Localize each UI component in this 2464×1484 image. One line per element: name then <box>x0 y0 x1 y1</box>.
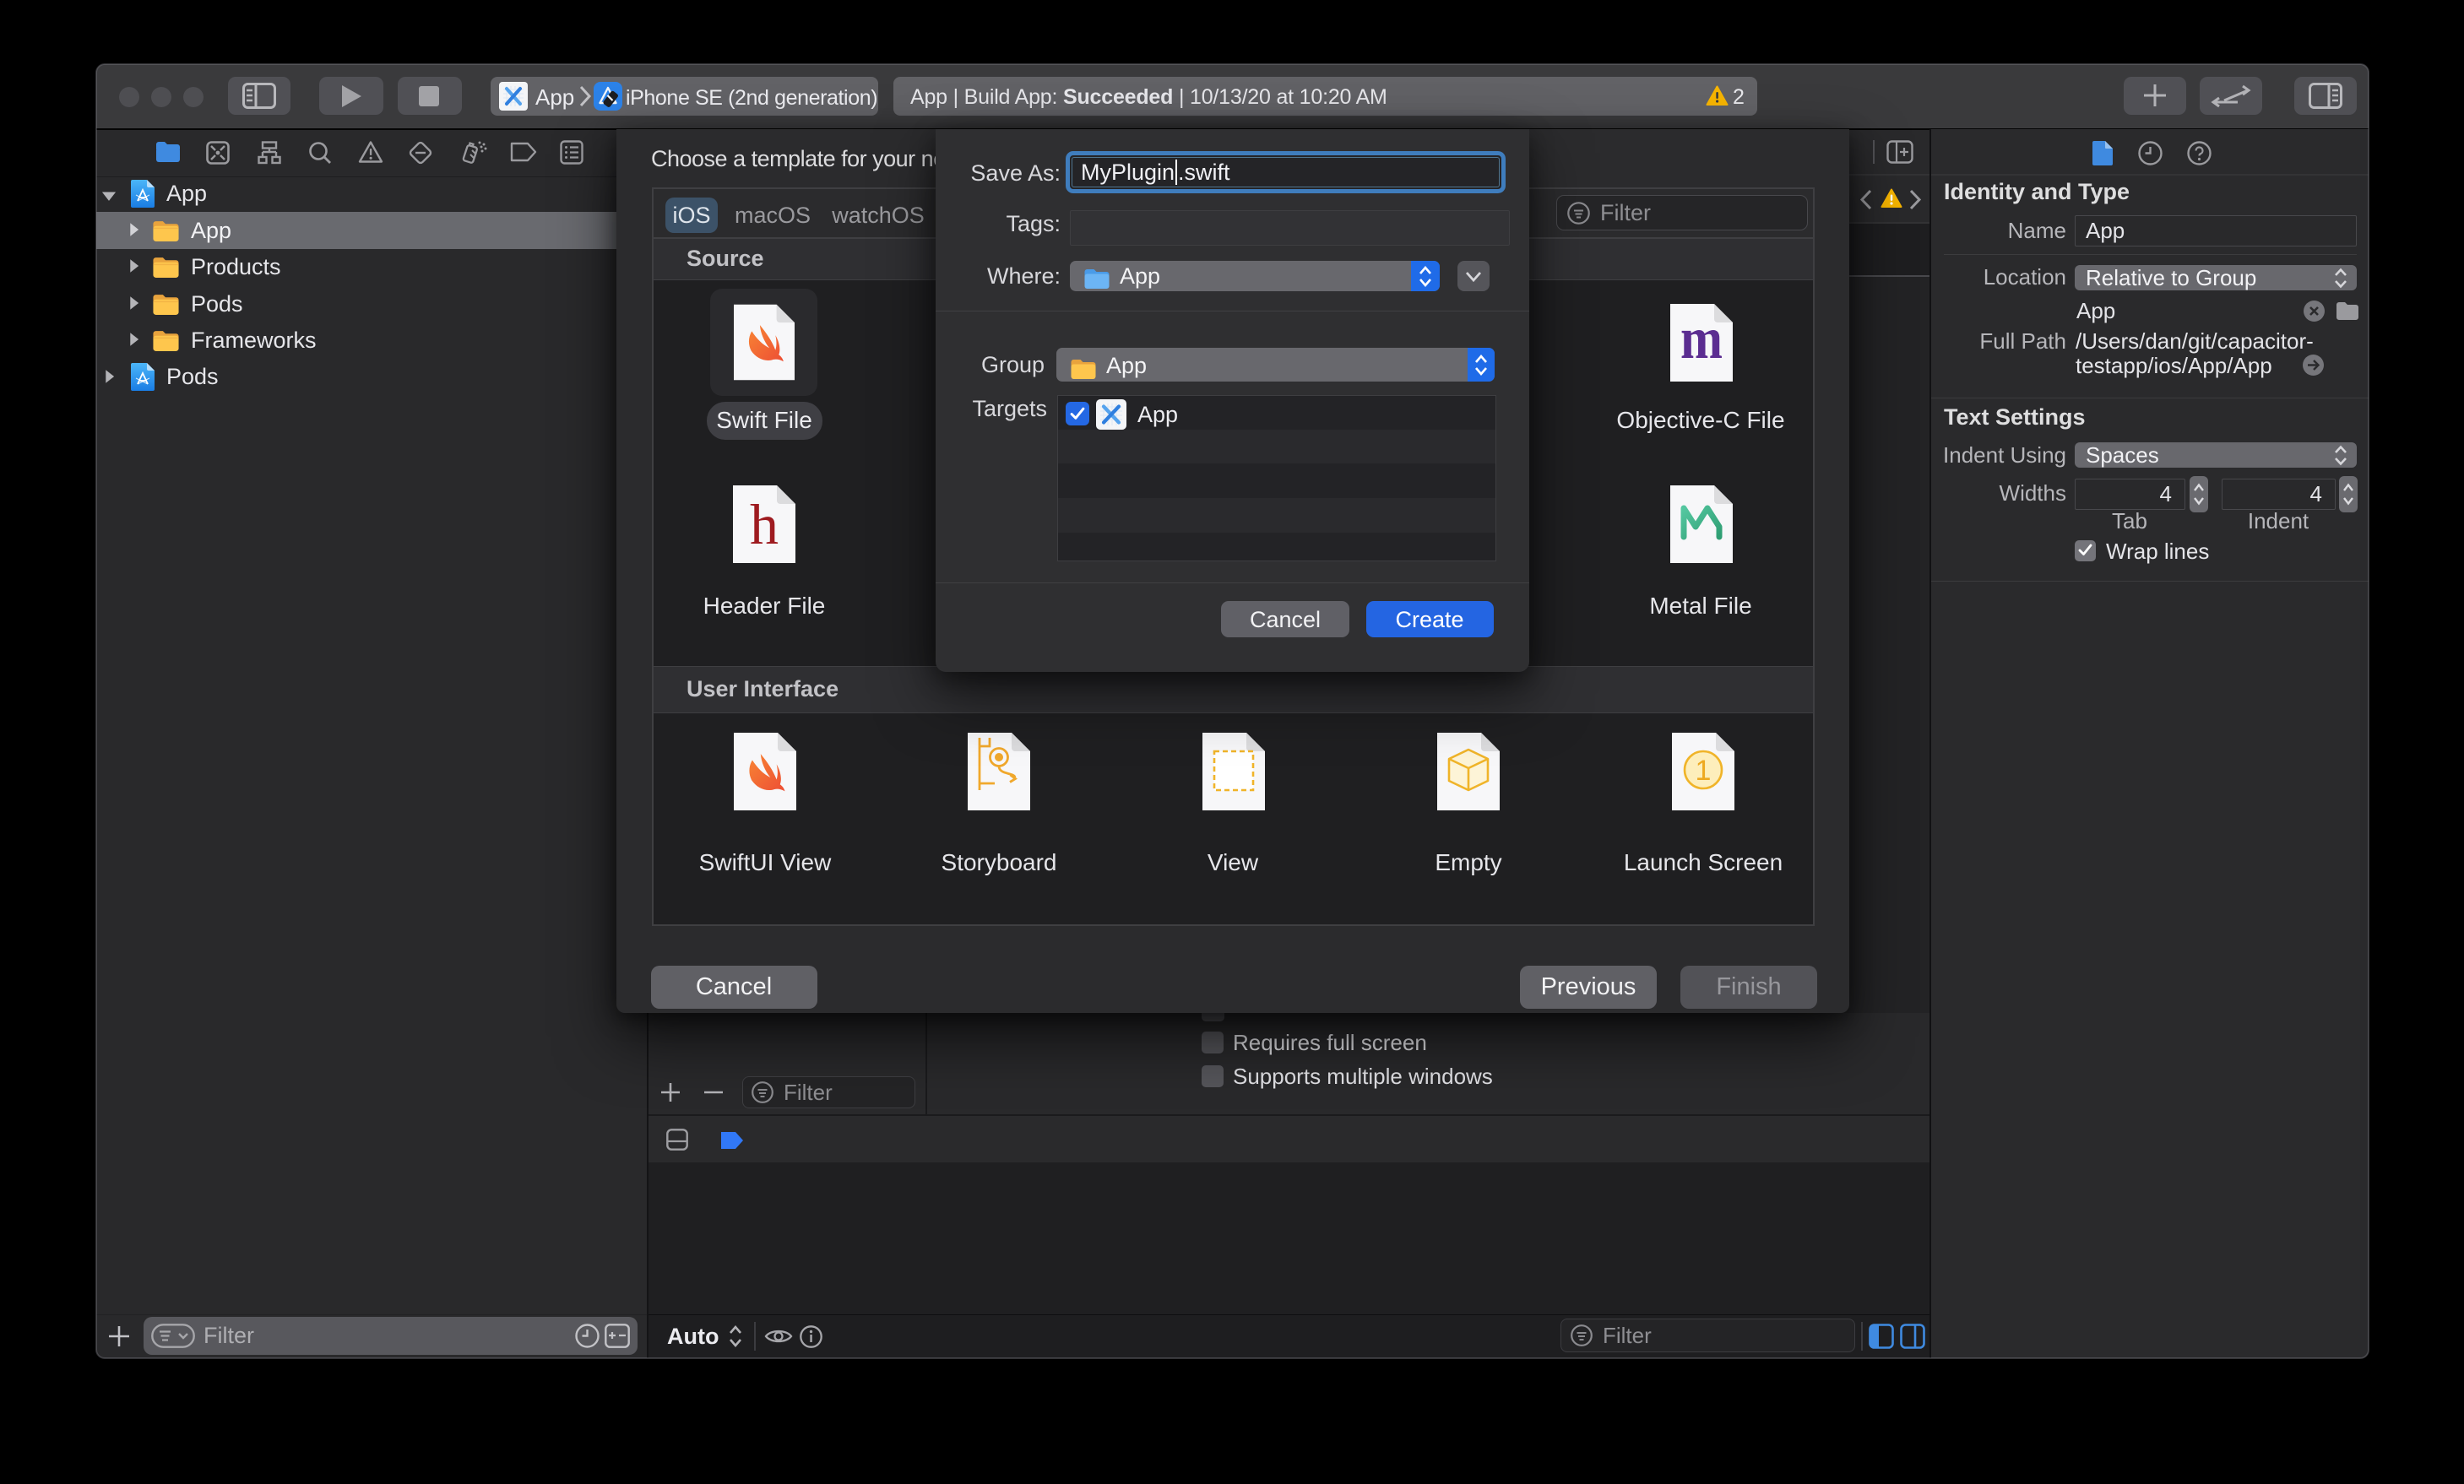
svg-text:1: 1 <box>1696 755 1712 787</box>
svg-text:h: h <box>750 492 779 556</box>
svg-text:m: m <box>1680 306 1723 371</box>
